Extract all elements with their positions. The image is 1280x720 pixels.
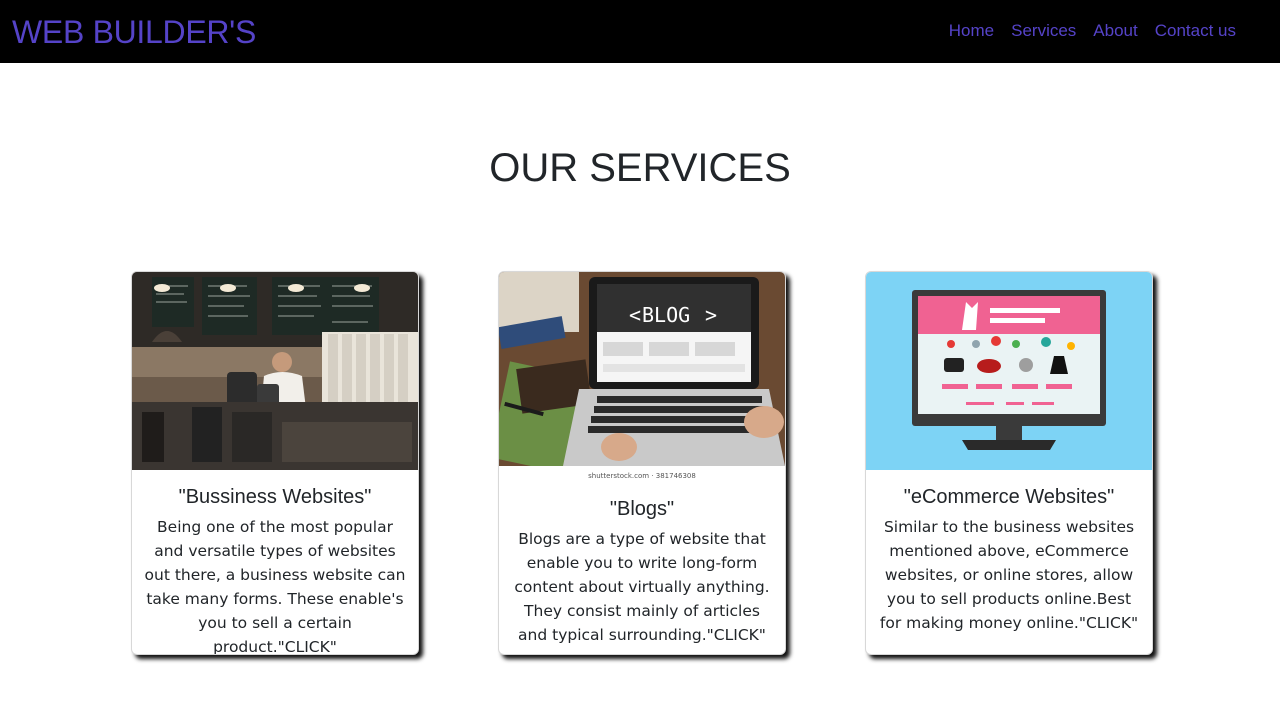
card-body: "Blogs" Blogs are a type of website that…: [499, 482, 785, 647]
laptop-blog-image: BLOG < > shutterstock.com · 381746308: [499, 272, 785, 482]
brand-logo[interactable]: WEB BUILDER'S: [12, 12, 256, 52]
ecommerce-monitor-image: [866, 272, 1152, 470]
card-text: Blogs are a type of website that enable …: [514, 530, 770, 644]
nav-link-services[interactable]: Services: [1011, 20, 1076, 42]
nav-link-contact[interactable]: Contact us: [1155, 20, 1236, 42]
svg-text:BLOG: BLOG: [642, 303, 690, 327]
image-caption: shutterstock.com · 381746308: [588, 472, 696, 480]
nav-links: Home Services About Contact us: [932, 20, 1236, 42]
section-title: OUR SERVICES: [489, 146, 791, 190]
svg-text:>: >: [705, 303, 717, 327]
card-text: Being one of the most popular and versat…: [144, 518, 406, 655]
service-card-ecommerce[interactable]: "eCommerce Websites" Similar to the busi…: [865, 271, 1153, 655]
card-body: "Bussiness Websites" Being one of the mo…: [132, 470, 418, 655]
card-body: "eCommerce Websites" Similar to the busi…: [866, 470, 1152, 635]
card-title: "Bussiness Websites": [178, 486, 372, 508]
card-title: "eCommerce Websites": [903, 486, 1115, 508]
card-text: Similar to the business websites mention…: [879, 518, 1139, 632]
nav-link-home[interactable]: Home: [949, 20, 994, 42]
coffee-shop-image: [132, 272, 418, 470]
card-title: "Blogs": [609, 498, 675, 520]
service-card-business[interactable]: "Bussiness Websites" Being one of the mo…: [131, 271, 419, 655]
navbar: WEB BUILDER'S Home Services About Contac…: [0, 0, 1280, 63]
svg-text:<: <: [629, 303, 641, 327]
nav-link-about[interactable]: About: [1093, 20, 1137, 42]
service-card-blogs[interactable]: BLOG < > shutterstock.com · 381746308 "B…: [498, 271, 786, 655]
